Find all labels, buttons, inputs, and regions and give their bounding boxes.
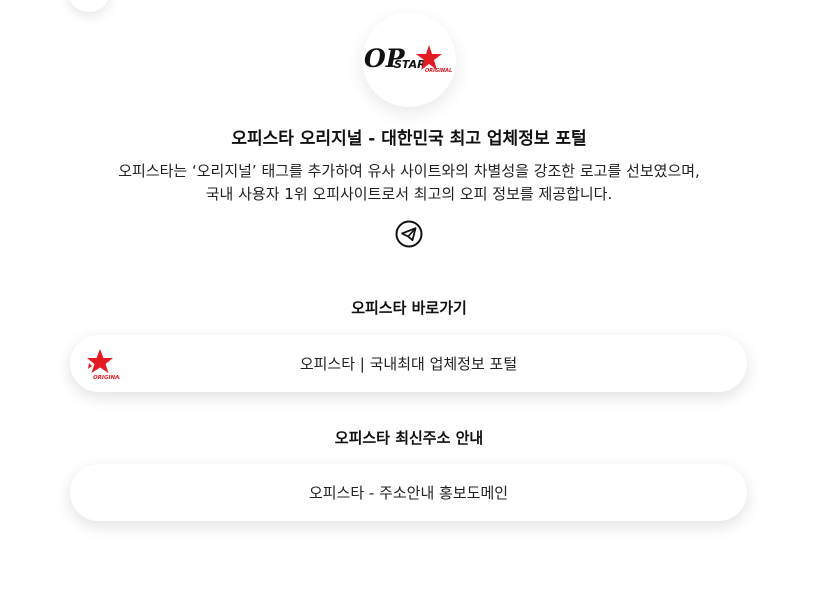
- profile-title: 오피스타 오리지널 - 대한민국 최고 업체정보 포털: [231, 129, 587, 149]
- opstar-star-thumbnail-icon: ORIGINAL: [87, 349, 120, 381]
- link-card-label: 오피스타 - 주소안내 홍보도메인: [308, 484, 509, 502]
- profile-description: 오피스타는 ‘오리지널’ 태그를 추가하여 유사 사이트와의 차별성을 강조한 …: [0, 160, 818, 206]
- section-title-shortcut: 오피스타 바로가기: [351, 299, 467, 317]
- profile-description-line: 오피스타는 ‘오리지널’ 태그를 추가하여 유사 사이트와의 차별성을 강조한 …: [118, 162, 700, 180]
- telegram-link[interactable]: [395, 220, 423, 248]
- thumb-original-text: ORIGINAL: [93, 375, 120, 381]
- link-card-opstar-portal[interactable]: ORIGINAL 오피스타 | 국내최대 업체정보 포털: [70, 335, 747, 392]
- telegram-icon: [395, 220, 423, 248]
- section-title-address: 오피스타 최신주소 안내: [334, 429, 484, 447]
- opstar-logo-icon: OP STAR ORIGINAL: [364, 44, 452, 74]
- link-in-bio-page: OP STAR ORIGINAL 오피스타 오리지널 - 대한민국 최고 업체정…: [0, 0, 834, 595]
- profile-description-line: 국내 사용자 1위 오피사이트로서 최고의 오피 정보를 제공합니다.: [205, 185, 613, 203]
- top-menu-button[interactable]: [69, 0, 109, 12]
- logo-star-text: STAR: [394, 58, 426, 71]
- link-card-label: 오피스타 | 국내최대 업체정보 포털: [299, 355, 518, 373]
- link-card-address-domain[interactable]: 오피스타 - 주소안내 홍보도메인: [70, 464, 747, 521]
- profile-avatar: OP STAR ORIGINAL: [362, 13, 456, 107]
- logo-original-text: ORIGINAL: [425, 68, 452, 74]
